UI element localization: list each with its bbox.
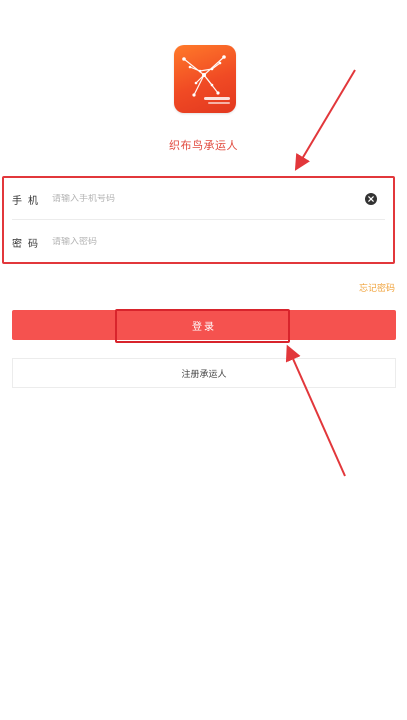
- login-screen: 织布鸟承运人 手机 密码 忘记密码 登录 注册承运人: [0, 0, 407, 720]
- bird-logo-icon: [182, 55, 230, 104]
- password-input[interactable]: [52, 237, 393, 247]
- app-name: 织布鸟承运人: [169, 139, 238, 152]
- login-form: 手机 密码: [2, 176, 395, 264]
- form-divider: [12, 219, 385, 220]
- password-row: 密码: [4, 221, 393, 263]
- password-label: 密码: [12, 238, 44, 250]
- close-icon: [368, 196, 374, 202]
- phone-row: 手机: [4, 178, 393, 220]
- app-logo: [174, 45, 236, 113]
- forgot-password-link[interactable]: 忘记密码: [359, 281, 395, 294]
- phone-label: 手机: [12, 195, 44, 207]
- login-button[interactable]: 登录: [12, 310, 396, 340]
- register-carrier-button[interactable]: 注册承运人: [12, 358, 396, 388]
- clear-icon[interactable]: [365, 193, 377, 205]
- phone-input[interactable]: [52, 194, 365, 204]
